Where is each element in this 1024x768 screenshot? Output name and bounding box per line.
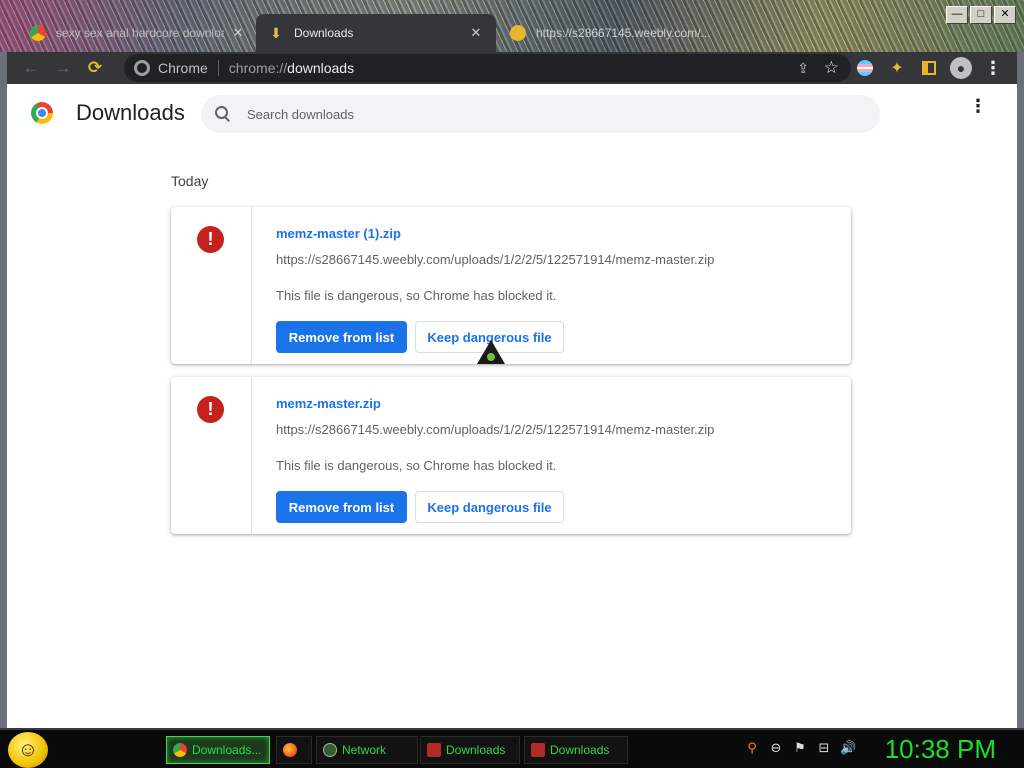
- search-icon: [215, 106, 231, 122]
- tab-label: sexy sex anal hardcore downloa: [56, 26, 224, 40]
- system-tray: ⚲ ⊖ ⚑ ⊟ 🔊: [744, 740, 856, 756]
- chrome-logo-icon: [31, 102, 53, 124]
- source-url-link[interactable]: https://s28667145.weebly.com/uploads/1/2…: [276, 252, 714, 267]
- tray-search-icon[interactable]: ⚲: [744, 740, 760, 756]
- keep-dangerous-file-button[interactable]: Keep dangerous file: [415, 491, 564, 523]
- danger-warning-icon: !: [197, 396, 224, 423]
- share-icon[interactable]: ⇪: [797, 60, 809, 77]
- tray-flag-icon[interactable]: ⚑: [792, 740, 808, 756]
- taskbar-item-firefox[interactable]: [276, 736, 312, 764]
- card-divider: [251, 207, 252, 364]
- start-button-smiley-icon[interactable]: ☺: [8, 732, 48, 768]
- taskbar: ☺ Downloads... Network Downloads Downloa…: [0, 728, 1024, 768]
- taskbar-item-label: Downloads: [446, 743, 506, 757]
- danger-status-text: This file is dangerous, so Chrome has bl…: [276, 458, 557, 473]
- weebly-favicon-icon: [510, 25, 526, 41]
- card-divider: [251, 377, 252, 534]
- more-actions-icon[interactable]: ⋮: [969, 97, 987, 115]
- minimize-button[interactable]: —: [946, 6, 968, 24]
- browser-menu-icon[interactable]: ⋮: [977, 52, 1009, 84]
- reload-button[interactable]: ⟳: [79, 52, 111, 84]
- danger-status-text: This file is dangerous, so Chrome has bl…: [276, 288, 557, 303]
- download-item: ! memz-master (1).zip https://s28667145.…: [171, 207, 851, 364]
- taskbar-item-downloads[interactable]: Downloads: [420, 736, 520, 764]
- tray-network-icon[interactable]: ⊟: [816, 740, 832, 756]
- tab-label: Downloads: [294, 26, 354, 40]
- firefox-icon: [283, 743, 297, 757]
- maximize-button[interactable]: □: [970, 6, 992, 24]
- trans-flag-extension-icon[interactable]: [849, 52, 881, 84]
- source-url-link[interactable]: https://s28667145.weebly.com/uploads/1/2…: [276, 422, 714, 437]
- tab-downloads[interactable]: ⬇ Downloads ✕: [256, 14, 496, 52]
- site-label: Chrome: [158, 60, 208, 76]
- remove-from-list-button[interactable]: Remove from list: [276, 491, 407, 523]
- title-bar: sexy sex anal hardcore downloa ✕ ⬇ Downl…: [0, 0, 1024, 52]
- file-name-link[interactable]: memz-master.zip: [276, 396, 381, 411]
- search-input[interactable]: [247, 106, 847, 122]
- google-favicon-icon: [30, 25, 46, 41]
- tab-weebly[interactable]: https://s28667145.weebly.com/...: [500, 14, 740, 52]
- taskbar-item-label: Downloads...: [192, 743, 262, 757]
- taskbar-item-chrome-downloads[interactable]: Downloads...: [166, 736, 270, 764]
- side-panel-icon[interactable]: [913, 52, 945, 84]
- tray-volume-icon[interactable]: 🔊: [840, 740, 856, 756]
- tray-status-icon[interactable]: ⊖: [768, 740, 784, 756]
- network-icon: [323, 743, 337, 757]
- search-bar[interactable]: [201, 95, 880, 133]
- tab-close-icon[interactable]: ✕: [230, 25, 246, 41]
- toolbar-right: ✦ ● ⋮: [849, 52, 1009, 84]
- omnibox-divider: [217, 60, 219, 76]
- cursor-eye-icon: [487, 353, 495, 361]
- downloads-page: Downloads ⋮ Today ! memz-master (1).zip …: [7, 84, 1017, 728]
- tab-adult-download[interactable]: sexy sex anal hardcore downloa ✕: [20, 14, 256, 52]
- download-item: ! memz-master.zip https://s28667145.weeb…: [171, 377, 851, 534]
- page-title: Downloads: [76, 100, 185, 125]
- folder-icon: [531, 743, 545, 757]
- taskbar-item-label: Downloads: [550, 743, 610, 757]
- taskbar-item-network[interactable]: Network: [316, 736, 418, 764]
- chrome-icon: [173, 743, 187, 757]
- close-window-button[interactable]: ✕: [994, 6, 1016, 24]
- danger-warning-icon: !: [197, 226, 224, 253]
- taskbar-clock[interactable]: 10:38 PM: [885, 734, 996, 765]
- forward-button[interactable]: →: [47, 52, 79, 84]
- extensions-puzzle-icon[interactable]: ✦: [881, 52, 913, 84]
- file-name-link[interactable]: memz-master (1).zip: [276, 226, 401, 241]
- download-favicon-icon: ⬇: [270, 25, 282, 41]
- address-bar[interactable]: Chrome chrome://downloads ⇪ ☆: [124, 54, 851, 82]
- back-button[interactable]: ←: [15, 52, 47, 84]
- url-text: chrome://downloads: [228, 60, 355, 76]
- tab-close-icon[interactable]: ✕: [468, 25, 484, 41]
- profile-avatar[interactable]: ●: [945, 52, 977, 84]
- tab-label: https://s28667145.weebly.com/...: [536, 26, 711, 40]
- taskbar-item-label: Network: [342, 743, 387, 757]
- date-section-label: Today: [171, 173, 209, 189]
- folder-icon: [427, 743, 441, 757]
- bookmark-star-icon[interactable]: ☆: [824, 58, 839, 78]
- browser-toolbar: ← → ⟳ Chrome chrome://downloads ⇪ ☆ ✦ ● …: [7, 52, 1017, 84]
- downloads-header: Downloads ⋮: [7, 84, 1017, 144]
- chrome-site-icon: [134, 60, 150, 76]
- remove-from-list-button[interactable]: Remove from list: [276, 321, 407, 353]
- taskbar-item-downloads[interactable]: Downloads: [524, 736, 628, 764]
- window-controls: — □ ✕: [946, 6, 1016, 24]
